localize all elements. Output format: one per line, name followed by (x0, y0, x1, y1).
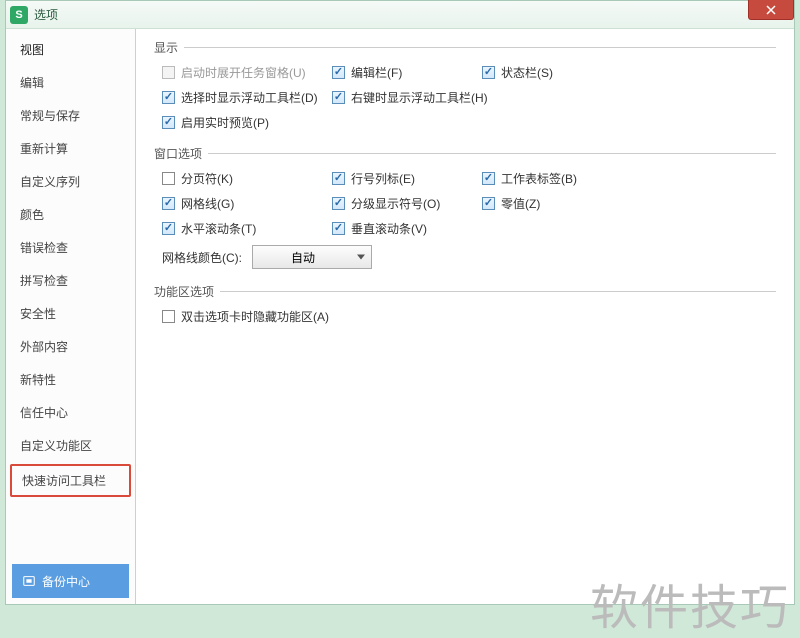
sidebar-item-label: 安全性 (20, 307, 56, 321)
sidebar-item-label: 信任中心 (20, 406, 68, 420)
checkbox-vscrollbar[interactable] (332, 222, 345, 235)
checkbox-label: 行号列标(E) (351, 170, 415, 187)
checkbox-label: 分级显示符号(O) (351, 195, 440, 212)
sidebar: 视图 编辑 常规与保存 重新计算 自定义序列 颜色 错误检查 拼写检查 安全性 … (6, 29, 136, 604)
sidebar-item-label: 新特性 (20, 373, 56, 387)
close-button[interactable] (748, 0, 794, 20)
sidebar-item-external[interactable]: 外部内容 (6, 330, 135, 363)
sidebar-item-label: 快速访问工具栏 (22, 474, 106, 488)
group-window-options: 窗口选项 分页符(K) 行号列标(E) 工作表标签(B) 网格线(G) 分级显示… (154, 145, 776, 269)
sidebar-list: 视图 编辑 常规与保存 重新计算 自定义序列 颜色 错误检查 拼写检查 安全性 … (6, 29, 135, 558)
divider (208, 153, 776, 154)
app-icon: S (10, 6, 28, 24)
titlebar: S 选项 (6, 1, 794, 29)
sidebar-item-label: 外部内容 (20, 340, 68, 354)
checkbox-pagebreak[interactable] (162, 172, 175, 185)
sidebar-item-edit[interactable]: 编辑 (6, 66, 135, 99)
backup-center-button[interactable]: 备份中心 (12, 564, 129, 598)
body: 视图 编辑 常规与保存 重新计算 自定义序列 颜色 错误检查 拼写检查 安全性 … (6, 29, 794, 604)
sidebar-item-trustcenter[interactable]: 信任中心 (6, 396, 135, 429)
checkbox-label: 工作表标签(B) (501, 170, 577, 187)
dropdown-value: 自动 (291, 249, 315, 266)
gridline-color-label: 网格线颜色(C): (162, 249, 242, 266)
checkbox-label: 双击选项卡时隐藏功能区(A) (181, 308, 329, 325)
sidebar-item-label: 错误检查 (20, 241, 68, 255)
options-window: S 选项 视图 编辑 常规与保存 重新计算 自定义序列 颜色 错误检查 拼写检查… (5, 0, 795, 605)
checkbox-editbar[interactable] (332, 66, 345, 79)
divider (220, 291, 776, 292)
checkbox-label: 选择时显示浮动工具栏(D) (181, 89, 318, 106)
checkbox-outline-symbols[interactable] (332, 197, 345, 210)
checkbox-rowcol-headers[interactable] (332, 172, 345, 185)
sidebar-item-label: 常规与保存 (20, 109, 80, 123)
sidebar-item-errorcheck[interactable]: 错误检查 (6, 231, 135, 264)
checkbox-startup-taskpane (162, 66, 175, 79)
group-header-winopt: 窗口选项 (154, 145, 776, 162)
checkbox-label: 垂直滚动条(V) (351, 220, 427, 237)
checkbox-label: 启用实时预览(P) (181, 114, 269, 131)
checkbox-label: 网格线(G) (181, 195, 234, 212)
sidebar-item-label: 编辑 (20, 76, 44, 90)
checkbox-label: 编辑栏(F) (351, 64, 402, 81)
checkbox-dblclick-hide-ribbon[interactable] (162, 310, 175, 323)
checkbox-label: 零值(Z) (501, 195, 540, 212)
window-title: 选项 (34, 6, 58, 23)
group-title: 显示 (154, 39, 178, 56)
group-header-ribbon: 功能区选项 (154, 283, 776, 300)
sidebar-item-label: 拼写检查 (20, 274, 68, 288)
sidebar-item-customseq[interactable]: 自定义序列 (6, 165, 135, 198)
backup-icon (22, 574, 36, 588)
divider (184, 47, 776, 48)
close-icon (766, 5, 776, 15)
checkbox-label: 右键时显示浮动工具栏(H) (351, 89, 488, 106)
sidebar-item-spellcheck[interactable]: 拼写检查 (6, 264, 135, 297)
sidebar-item-recalc[interactable]: 重新计算 (6, 132, 135, 165)
checkbox-select-float-toolbar[interactable] (162, 91, 175, 104)
checkbox-label: 启动时展开任务窗格(U) (181, 64, 306, 81)
sidebar-item-newfeature[interactable]: 新特性 (6, 363, 135, 396)
backup-label: 备份中心 (42, 573, 90, 590)
group-title: 功能区选项 (154, 283, 214, 300)
checkbox-sheet-tabs[interactable] (482, 172, 495, 185)
sidebar-item-security[interactable]: 安全性 (6, 297, 135, 330)
sidebar-item-label: 自定义序列 (20, 175, 80, 189)
content-panel: 显示 启动时展开任务窗格(U) 编辑栏(F) 状态栏(S) 选择时显示浮动工具栏… (136, 29, 794, 604)
sidebar-item-quickaccess[interactable]: 快速访问工具栏 (10, 464, 131, 497)
group-ribbon-options: 功能区选项 双击选项卡时隐藏功能区(A) (154, 283, 776, 325)
sidebar-item-view[interactable]: 视图 (6, 33, 135, 66)
checkbox-zero-values[interactable] (482, 197, 495, 210)
sidebar-item-customribbon[interactable]: 自定义功能区 (6, 429, 135, 462)
gridline-color-dropdown[interactable]: 自动 (252, 245, 372, 269)
checkbox-live-preview[interactable] (162, 116, 175, 129)
checkbox-gridlines[interactable] (162, 197, 175, 210)
checkbox-rightclick-float-toolbar[interactable] (332, 91, 345, 104)
sidebar-item-general[interactable]: 常规与保存 (6, 99, 135, 132)
checkbox-label: 分页符(K) (181, 170, 233, 187)
sidebar-item-label: 重新计算 (20, 142, 68, 156)
checkbox-statusbar[interactable] (482, 66, 495, 79)
group-header-display: 显示 (154, 39, 776, 56)
sidebar-item-label: 自定义功能区 (20, 439, 92, 453)
group-title: 窗口选项 (154, 145, 202, 162)
checkbox-hscrollbar[interactable] (162, 222, 175, 235)
sidebar-item-label: 视图 (20, 43, 44, 57)
checkbox-label: 状态栏(S) (501, 64, 553, 81)
group-display: 显示 启动时展开任务窗格(U) 编辑栏(F) 状态栏(S) 选择时显示浮动工具栏… (154, 39, 776, 131)
checkbox-label: 水平滚动条(T) (181, 220, 256, 237)
sidebar-item-color[interactable]: 颜色 (6, 198, 135, 231)
sidebar-item-label: 颜色 (20, 208, 44, 222)
